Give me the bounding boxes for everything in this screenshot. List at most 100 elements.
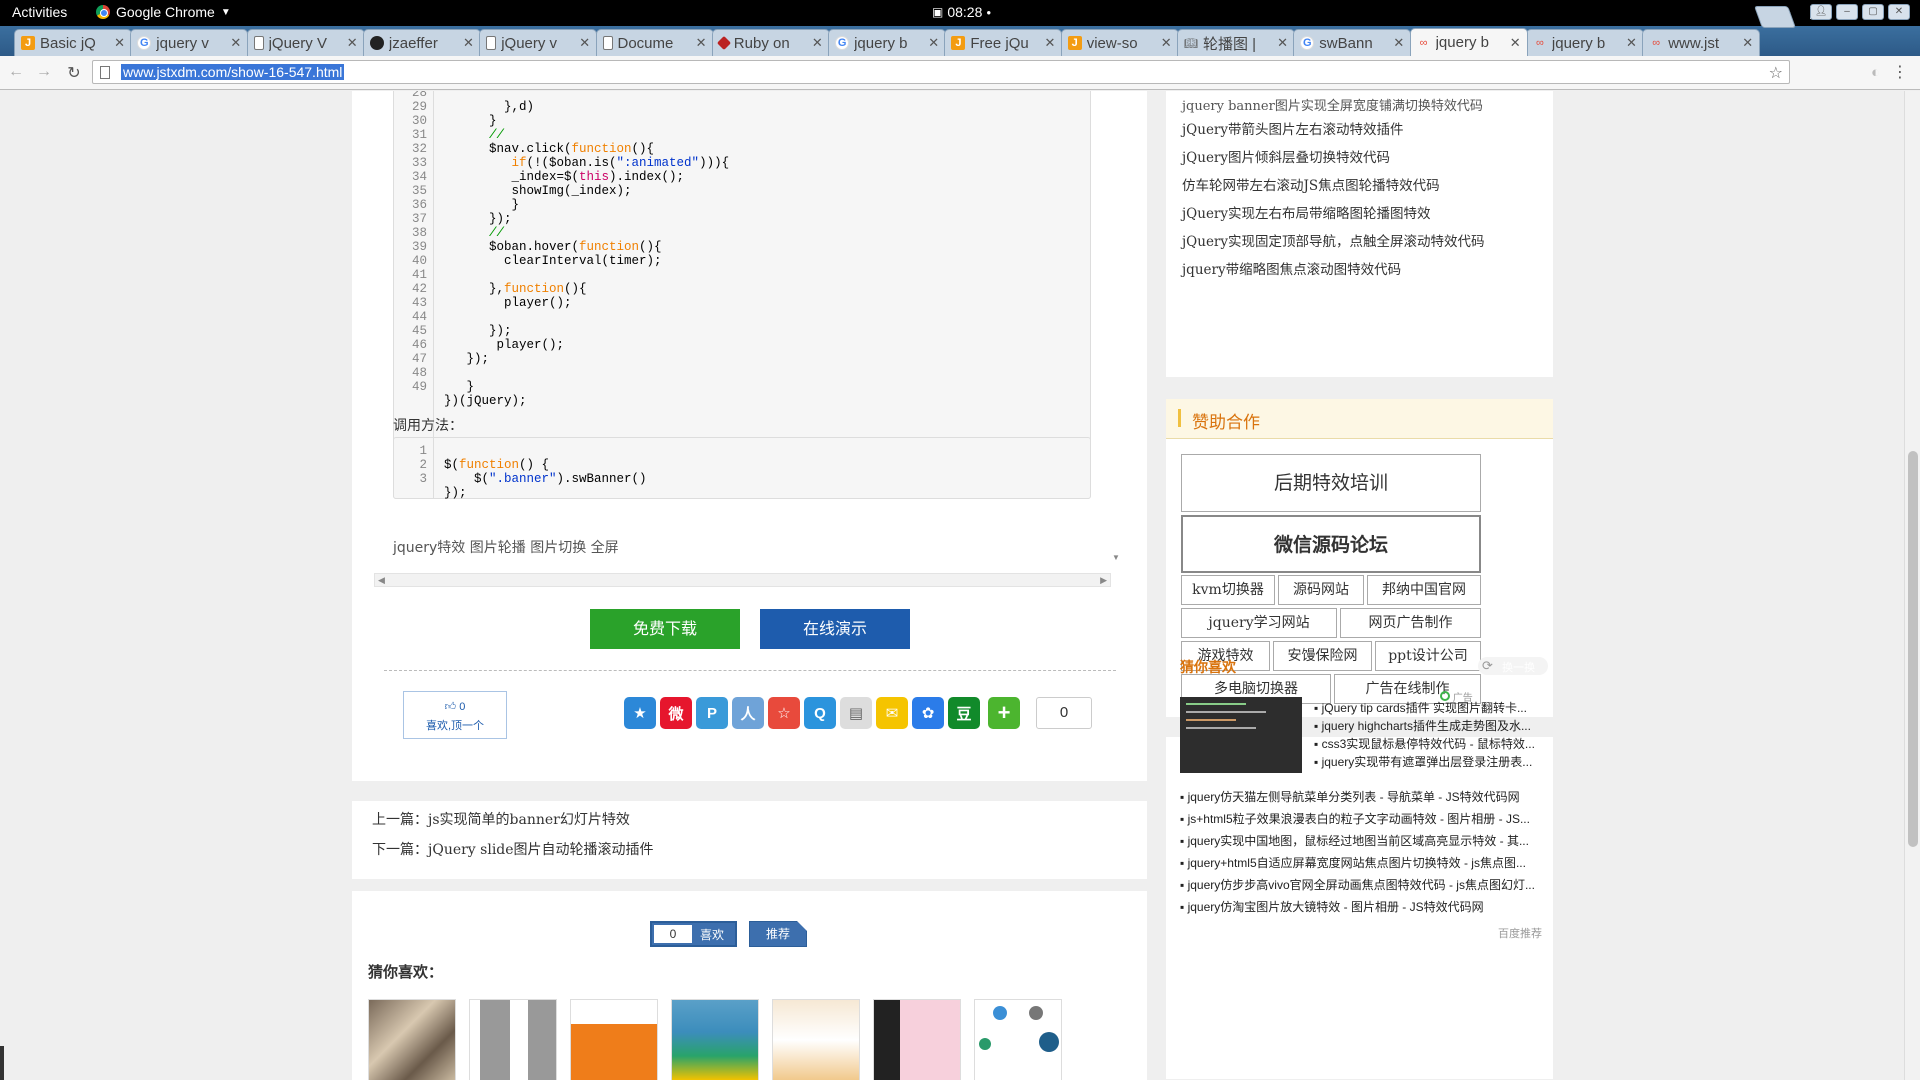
related-thumbnail[interactable] [570,999,658,1080]
content-vertical-scrollbar[interactable]: ▼ [1110,91,1124,571]
browser-tab[interactable]: Docume ✕ [595,29,714,56]
browser-tab[interactable]: J Free jQu ✕ [944,29,1063,56]
sidebar-link[interactable]: 仿车轮网带左右滚动JS焦点图轮播特效代码 [1182,174,1440,194]
ad-link[interactable]: kvm切换器 [1181,575,1275,605]
demo-button[interactable]: 在线演示 [760,609,910,649]
tqq-share-icon[interactable]: ☆ [768,697,800,729]
scroll-left-arrow-icon[interactable]: ◀ [378,575,385,586]
guess-item[interactable]: ▪ jquery实现带有遮罩弹出层登录注册表... [1314,753,1538,770]
recommend-button[interactable]: 推荐 [749,921,807,947]
ad-link[interactable]: 后期特效培训 [1181,454,1481,512]
guess-thumbnail[interactable] [1180,697,1302,773]
close-tab-icon[interactable]: ✕ [696,35,707,51]
guess-item[interactable]: ▪ css3实现鼠标悬停特效代码 - 鼠标特效... [1314,735,1538,752]
clock[interactable]: ▣ 08:28 ● [932,4,991,20]
ad-link[interactable]: 微信源码论坛 [1181,515,1481,573]
back-icon[interactable]: ← [6,63,26,81]
browser-tab[interactable]: ∞ www.jst ✕ [1642,29,1761,56]
close-tab-icon[interactable]: ✕ [463,35,474,51]
sidebar-link[interactable]: jQuery图片倾斜层叠切换特效代码 [1182,146,1390,166]
menu-icon[interactable]: ⋮ [1892,62,1908,82]
ad-link[interactable]: ppt设计公司 [1375,641,1481,671]
baidu-share-icon[interactable]: ✿ [912,697,944,729]
app-menu[interactable]: Google Chrome ▼ [96,4,231,20]
guess-item[interactable]: ▪ jquery+html5自适应屏幕宽度网站焦点图片切换特效 - js焦点图.… [1180,854,1540,871]
guess-item[interactable]: ▪ js+html5粒子效果浪漫表白的粒子文字动画特效 - 图片相册 - JS.… [1180,810,1540,827]
page-vertical-scrollbar[interactable] [1904,91,1920,1080]
guess-item[interactable]: ▪ jquery仿淘宝图片放大镜特效 - 图片相册 - JS特效代码网 [1180,898,1540,915]
close-tab-icon[interactable]: ✕ [579,35,590,51]
close-tab-icon[interactable]: ✕ [1393,35,1404,51]
close-tab-icon[interactable]: ✕ [1161,35,1172,51]
download-button[interactable]: 免费下载 [590,609,740,649]
reload-icon[interactable]: ↻ [64,63,84,83]
refresh-button[interactable]: ⟳ 换一换 [1478,657,1548,675]
guess-item[interactable]: ▪ jquery仿天猫左侧导航菜单分类列表 - 导航菜单 - JS特效代码网 [1180,788,1540,805]
browser-tab[interactable]: Ruby on ✕ [711,29,830,56]
content-horizontal-scrollbar[interactable]: ◀ ▶ [374,573,1111,587]
guess-item[interactable]: ▪ jQuery tip cards插件 实现图片翻转卡... [1314,699,1538,716]
close-tab-icon[interactable]: ✕ [928,35,939,51]
guess-item[interactable]: ▪ jquery highcharts插件生成走势图及水... [1314,717,1538,734]
close-tab-icon[interactable]: ✕ [1626,35,1637,51]
scrollbar-thumb[interactable] [1908,451,1918,847]
browser-tab[interactable]: jQuery v ✕ [479,29,598,56]
browser-tab[interactable]: Jview-so ✕ [1060,29,1179,56]
douban-share-icon[interactable]: 豆 [948,697,980,729]
guess-item[interactable]: ▪ jquery实现中国地图，鼠标经过地图当前区域高亮显示特效 - 其... [1180,832,1540,849]
browser-tab[interactable]: Gjquery b ✕ [828,29,947,56]
ad-link[interactable]: 邦纳中国官网 [1367,575,1481,605]
url-text[interactable]: www.jstxdm.com/show-16-547.html [121,64,345,80]
browser-tab[interactable]: jzaeffer ✕ [362,29,481,56]
sidebar-link[interactable]: jquery带缩略图焦点滚动图特效代码 [1182,258,1401,278]
scroll-down-arrow-icon[interactable]: ▼ [1112,553,1120,562]
scroll-right-arrow-icon[interactable]: ▶ [1100,575,1107,586]
minimize-button[interactable]: – [1836,4,1858,20]
baidu-recommend[interactable]: 百度推荐 [1498,925,1542,941]
guess-item[interactable]: ▪ jquery仿步步高vivo官网全屏动画焦点图特效代码 - js焦点图幻灯.… [1180,876,1540,893]
close-tab-icon[interactable]: ✕ [1277,35,1288,51]
vote-like-button[interactable]: 喜欢 [700,926,724,943]
close-tab-icon[interactable]: ✕ [347,35,358,51]
close-tab-icon[interactable]: ✕ [1510,35,1521,51]
activities-button[interactable]: Activities [12,4,67,20]
browser-tab[interactable]: ∞ jquery b ✕ [1409,28,1528,56]
ad-link[interactable]: jquery学习网站 [1181,608,1337,638]
weibo-share-icon[interactable]: 微 [660,697,692,729]
close-window-button[interactable]: ✕ [1888,4,1910,20]
close-tab-icon[interactable]: ✕ [1044,35,1055,51]
close-tab-icon[interactable]: ✕ [114,35,125,51]
copy-share-icon[interactable]: ▤ [840,697,872,729]
close-tab-icon[interactable]: ✕ [1742,35,1753,51]
browser-tab[interactable]: ∞ jquery b ✕ [1525,29,1644,56]
browser-tab[interactable]: 📖︎ 轮播图 | ✕ [1177,29,1295,56]
browser-tab[interactable]: J Basic jQ ✕ [14,29,132,56]
related-thumbnail[interactable] [469,999,557,1080]
qzone-share-icon[interactable]: ★ [624,697,656,729]
prev-article-link[interactable]: 上一篇：js实现简单的banner幻灯片特效 [372,809,630,829]
browser-tab[interactable]: GswBann ✕ [1293,29,1412,56]
bookmark-star-icon[interactable]: ☆ [1769,63,1783,83]
ad-link[interactable]: 安馒保险网 [1273,641,1372,671]
address-bar[interactable]: www.jstxdm.com/show-16-547.html ☆ [92,60,1790,84]
maximize-button[interactable]: ▢ [1862,4,1884,20]
forward-icon[interactable]: → [34,63,54,81]
ad-link[interactable]: 源码网站 [1278,575,1364,605]
close-tab-icon[interactable]: ✕ [230,35,241,51]
pengyou-share-icon[interactable]: P [696,697,728,729]
sidebar-link[interactable]: jQuery带箭头图片左右滚动特效插件 [1182,118,1404,138]
related-thumbnail[interactable] [368,999,456,1080]
related-thumbnail[interactable] [671,999,759,1080]
like-box[interactable]: 👍︎ 0 喜欢,顶一个 [403,691,507,739]
mail-share-icon[interactable]: ✉ [876,697,908,729]
extension-icon[interactable]: ◐ [1871,64,1880,81]
sidebar-link[interactable]: jQuery实现左右布局带缩略图轮播图特效 [1182,202,1431,222]
related-thumbnail[interactable] [974,999,1062,1080]
close-tab-icon[interactable]: ✕ [812,35,823,51]
ad-link[interactable]: 网页广告制作 [1340,608,1481,638]
more-share-icon[interactable]: + [988,697,1020,729]
qq-share-icon[interactable]: Q [804,697,836,729]
browser-tab[interactable]: Gjquery v ✕ [130,29,249,56]
renren-share-icon[interactable]: 人 [732,697,764,729]
related-thumbnail[interactable] [873,999,961,1080]
